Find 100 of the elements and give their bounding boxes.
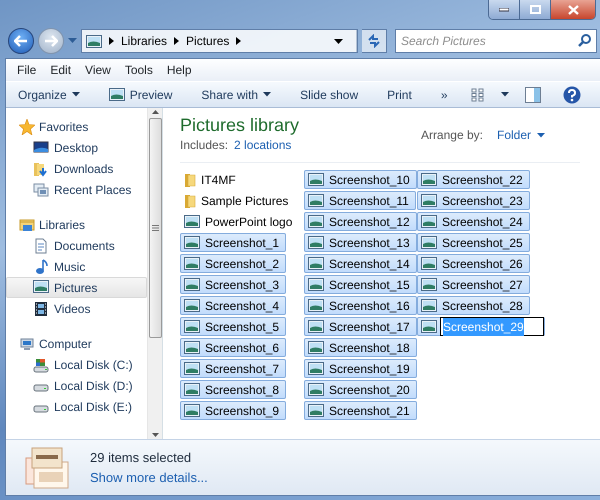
image-entry[interactable]: PowerPoint logo — [180, 212, 300, 231]
sidebar-item[interactable]: Videos — [6, 298, 147, 319]
music-note-icon — [33, 258, 49, 274]
scrollbar-thumb[interactable] — [148, 118, 162, 338]
toolbar-button[interactable]: Share with — [201, 86, 272, 104]
image-icon — [308, 173, 324, 186]
film-icon — [33, 300, 49, 316]
sidebar-item[interactable]: Recent Places — [6, 179, 147, 200]
sidebar-group[interactable]: Libraries — [6, 214, 147, 235]
breadcrumb-segment[interactable]: Libraries — [121, 32, 168, 50]
image-entry[interactable]: Screenshot_14 — [304, 254, 417, 273]
image-entry[interactable]: Screenshot_22 — [417, 170, 530, 189]
locations-link[interactable]: 2 locations — [234, 136, 292, 154]
image-icon — [421, 173, 437, 186]
image-icon — [308, 236, 324, 249]
folder-icon — [184, 172, 196, 188]
sidebar-item[interactable]: Pictures — [6, 277, 147, 298]
image-entry[interactable]: Screenshot_24 — [417, 212, 530, 231]
toolbar-button[interactable]: Organize — [18, 86, 80, 104]
minimize-button[interactable] — [489, 0, 520, 19]
image-entry[interactable]: Screenshot_25 — [417, 233, 530, 252]
image-entry[interactable]: Screenshot_9 — [180, 401, 286, 420]
folder-entry[interactable]: IT4MF — [180, 170, 243, 189]
image-entry[interactable]: Screenshot_21 — [304, 401, 417, 420]
image-entry[interactable]: Screenshot_10 — [304, 170, 417, 189]
menu-item[interactable]: File — [10, 61, 44, 79]
sidebar-group[interactable]: Favorites — [6, 116, 147, 137]
chevron-icon[interactable] — [236, 37, 242, 45]
image-entry[interactable]: Screenshot_7 — [180, 359, 286, 378]
toolbar-button[interactable]: Slide show — [300, 86, 358, 104]
image-icon — [184, 278, 200, 291]
image-entry[interactable]: Screenshot_15 — [304, 275, 417, 294]
image-entry[interactable]: Screenshot_20 — [304, 380, 417, 399]
image-icon — [184, 236, 200, 249]
image-entry[interactable]: Screenshot_16 — [304, 296, 417, 315]
image-entry[interactable]: Screenshot_17 — [304, 317, 417, 336]
toolbar-button[interactable]: Preview — [108, 86, 172, 104]
view-options-button[interactable] — [470, 88, 508, 102]
maximize-icon — [530, 5, 540, 14]
image-icon — [308, 362, 324, 375]
menu-item[interactable]: Help — [160, 61, 199, 79]
help-icon[interactable] — [562, 86, 580, 104]
preview-pane-icon[interactable] — [524, 86, 540, 102]
chevron-icon[interactable] — [109, 37, 114, 45]
windows-drive-icon — [33, 356, 49, 372]
image-icon — [184, 362, 200, 375]
sidebar-item[interactable]: Desktop — [6, 137, 147, 158]
caret-icon — [72, 92, 80, 97]
image-entry[interactable]: Screenshot_28 — [417, 296, 530, 315]
arrange-dropdown[interactable]: Folder — [496, 126, 545, 144]
drive-icon — [33, 384, 49, 392]
sidebar-item[interactable]: Downloads — [6, 158, 147, 179]
image-entry[interactable]: Screenshot_5 — [180, 317, 286, 336]
maximize-button[interactable] — [520, 0, 551, 19]
menu-item[interactable]: View — [78, 61, 118, 79]
refresh-button[interactable] — [362, 29, 387, 53]
close-icon — [568, 4, 578, 14]
sidebar-item[interactable]: Local Disk (C:) — [6, 354, 147, 375]
menu-item[interactable]: Edit — [43, 61, 78, 79]
menu-item[interactable]: Tools — [118, 61, 160, 79]
image-entry[interactable]: Screenshot_27 — [417, 275, 530, 294]
folder-entry[interactable]: Sample Pictures — [180, 191, 296, 210]
dropdown-caret-icon[interactable] — [334, 38, 343, 44]
sidebar-group[interactable]: Computer — [6, 333, 147, 354]
caret-icon — [263, 92, 272, 97]
image-entry[interactable]: Screenshot_4 — [180, 296, 286, 315]
image-entry[interactable]: Screenshot_23 — [417, 191, 530, 210]
search-field[interactable]: Search Pictures — [395, 29, 597, 53]
close-button[interactable] — [551, 0, 595, 19]
desktop-icon — [33, 140, 49, 156]
toolbar-button[interactable]: Print — [387, 86, 412, 104]
scroll-down-icon[interactable] — [152, 431, 158, 439]
image-entry[interactable]: Screenshot_12 — [304, 212, 417, 231]
sidebar-item[interactable]: Music — [6, 256, 147, 277]
image-icon — [184, 383, 200, 396]
search-icon — [578, 34, 591, 47]
drive-icon — [33, 404, 49, 412]
image-entry[interactable]: Screenshot_26 — [417, 254, 530, 273]
toolbar-button[interactable]: » — [440, 86, 448, 104]
chevron-icon[interactable] — [174, 37, 180, 45]
image-entry[interactable]: Screenshot_11 — [304, 191, 416, 210]
scroll-up-icon[interactable] — [152, 108, 158, 116]
address-bar[interactable]: Libraries Pictures — [81, 29, 358, 53]
sidebar-item[interactable]: Documents — [6, 235, 147, 256]
back-button[interactable] — [8, 28, 34, 54]
back-arrow-icon — [14, 35, 28, 47]
image-entry[interactable]: Screenshot_18 — [304, 338, 417, 357]
recent-pages-caret-icon[interactable] — [68, 38, 77, 44]
image-entry[interactable]: Screenshot_6 — [180, 338, 286, 357]
breadcrumb-segment[interactable]: Pictures — [186, 32, 230, 50]
image-entry[interactable]: Screenshot_2 — [180, 254, 286, 273]
image-entry[interactable]: Screenshot_13 — [304, 233, 417, 252]
image-entry[interactable]: Screenshot_3 — [180, 275, 286, 294]
image-entry[interactable]: Screenshot_1 — [180, 233, 286, 252]
sidebar-item[interactable]: Local Disk (D:) — [6, 375, 147, 396]
sidebar-item[interactable]: Local Disk (E:) — [6, 396, 147, 417]
image-icon — [308, 215, 324, 228]
image-entry[interactable]: Screenshot_8 — [180, 380, 286, 399]
image-entry[interactable]: Screenshot_19 — [304, 359, 417, 378]
show-details-link[interactable]: Show more details... — [90, 468, 208, 487]
